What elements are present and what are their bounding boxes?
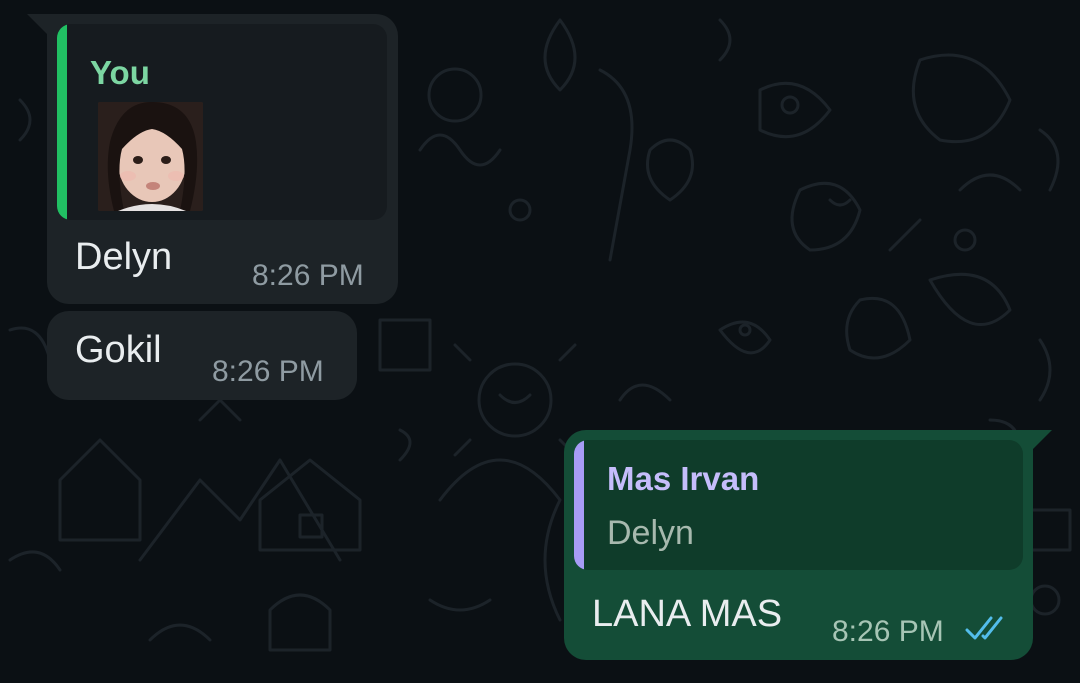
outgoing-bubble-tail — [1030, 430, 1052, 452]
message-timestamp: 8:26 PM — [252, 259, 364, 292]
quoted-author: Mas Irvan — [607, 460, 760, 497]
quoted-text: Delyn — [607, 514, 694, 552]
message-timestamp: 8:26 PM — [832, 615, 944, 648]
message-text: Delyn — [75, 236, 173, 278]
quoted-image-thumbnail[interactable] — [98, 102, 203, 211]
message-timestamp: 8:26 PM — [212, 355, 324, 388]
quoted-author: You — [90, 54, 150, 91]
message-bubble-incoming[interactable]: Gokil 8:26 PM — [47, 311, 357, 400]
message-text: Gokil — [75, 329, 162, 371]
quoted-message[interactable]: Mas Irvan Delyn — [574, 440, 1023, 570]
quoted-message[interactable]: You — [57, 24, 387, 220]
message-text: LANA MAS — [592, 593, 783, 635]
quote-accent-bar — [574, 440, 584, 570]
message-bubble-incoming[interactable]: You Delyn 8:26 PM — [47, 14, 398, 304]
incoming-bubble-tail — [27, 14, 49, 36]
quote-accent-bar — [57, 24, 67, 220]
message-bubble-outgoing[interactable]: Mas Irvan Delyn LANA MAS 8:26 PM — [564, 430, 1033, 660]
read-double-check-icon — [965, 616, 1003, 640]
